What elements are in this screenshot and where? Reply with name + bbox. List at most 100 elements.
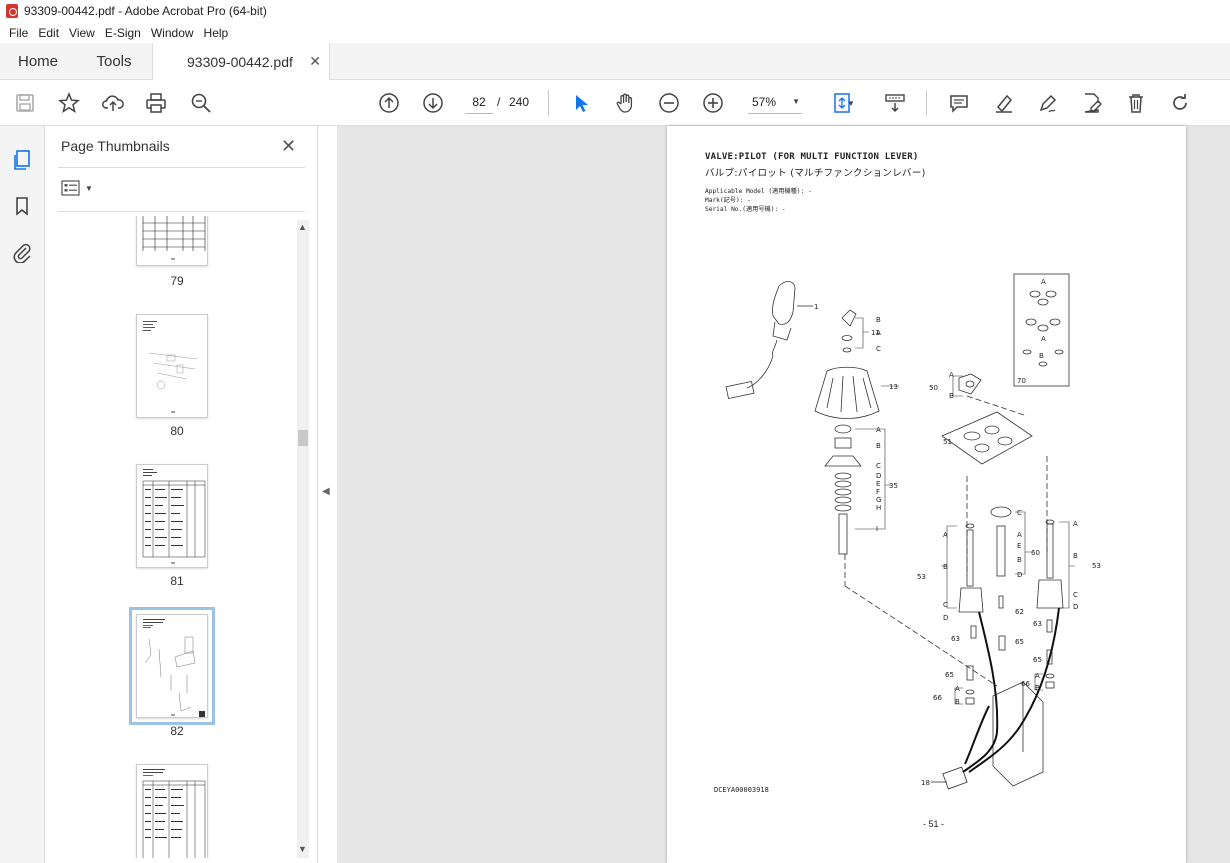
- menu-file[interactable]: File: [4, 26, 33, 40]
- thumbnail-page-83[interactable]: [136, 764, 208, 858]
- page-thumbnails-panel: Page Thumbnails ✕ ▼ 79 80 81 82 ▲ ▼: [45, 126, 318, 863]
- thumbnail-label: 79: [170, 274, 184, 288]
- menu-window[interactable]: Window: [146, 26, 199, 40]
- document-view[interactable]: VALVE:PILOT (FOR MULTI FUNCTION LEVER) バ…: [337, 126, 1230, 863]
- harness-connector: [942, 766, 968, 790]
- joystick-handle: [772, 281, 796, 325]
- toolbar-divider: [926, 90, 927, 116]
- letter: A: [955, 685, 960, 693]
- next-page-icon[interactable]: [421, 91, 445, 115]
- left-nav-rail: [0, 126, 45, 863]
- letter: B: [949, 392, 954, 400]
- fit-page-dropdown-icon[interactable]: ▼: [845, 91, 857, 115]
- page-separator: /: [497, 95, 501, 109]
- pdf-page: VALVE:PILOT (FOR MULTI FUNCTION LEVER) バ…: [667, 126, 1186, 863]
- zoom-in-icon[interactable]: [701, 91, 725, 115]
- letter: E: [1017, 542, 1021, 550]
- callout: 53: [917, 573, 926, 581]
- scroll-mode-icon[interactable]: [883, 91, 907, 115]
- letter: D: [876, 472, 881, 480]
- thumbnail-page-80[interactable]: [136, 314, 208, 418]
- zoom-level-value: 57%: [752, 95, 777, 109]
- tab-document-label: 93309-00442.pdf: [187, 54, 293, 70]
- letter: D: [1073, 603, 1078, 611]
- close-tab-icon[interactable]: ✕: [309, 53, 321, 70]
- close-panel-icon[interactable]: ✕: [281, 136, 296, 157]
- sign-pen-icon[interactable]: [1036, 91, 1060, 115]
- comment-icon[interactable]: [947, 91, 971, 115]
- letter: F: [876, 488, 880, 496]
- parts-diagram: 1 11 13 35 50 51 53 53 60 62 63 63 65 65…: [725, 273, 1101, 790]
- toolbar: 82 / 240 57% ▼ ▼: [0, 80, 1230, 126]
- zoom-level-select[interactable]: 57% ▼: [748, 90, 802, 114]
- page-number-input[interactable]: 82: [465, 90, 493, 114]
- toolbar-divider: [548, 90, 549, 116]
- delete-trash-icon[interactable]: [1124, 91, 1148, 115]
- letter: B: [1017, 556, 1022, 564]
- upload-share-icon[interactable]: [101, 91, 125, 115]
- letter: C: [1073, 591, 1078, 599]
- letter: E: [876, 480, 880, 488]
- previous-page-icon[interactable]: [377, 91, 401, 115]
- letter: A: [1073, 520, 1078, 528]
- thumbnail-page-79[interactable]: [136, 216, 208, 266]
- thumbnail-scrollbar[interactable]: ▲ ▼: [297, 220, 309, 858]
- callout: 18: [921, 779, 930, 787]
- letter: D: [943, 614, 948, 622]
- letter: B: [876, 442, 881, 450]
- menu-edit[interactable]: Edit: [33, 26, 64, 40]
- menu-esign[interactable]: E-Sign: [100, 26, 146, 40]
- drawing-code: DCEYA00003918: [714, 786, 769, 794]
- select-cursor-icon[interactable]: [569, 91, 593, 115]
- scroll-up-icon[interactable]: ▲: [298, 222, 307, 232]
- highlight-pen-icon[interactable]: [992, 91, 1016, 115]
- letter: G: [876, 496, 881, 504]
- letter: C: [1017, 509, 1022, 517]
- callout: 66: [933, 694, 942, 702]
- divider: [58, 211, 305, 212]
- letter: A: [876, 329, 881, 337]
- hand-tool-icon[interactable]: [613, 91, 637, 115]
- page-thumbnails-icon[interactable]: [10, 148, 34, 172]
- letter: B: [1073, 552, 1078, 560]
- print-icon[interactable]: [144, 91, 168, 115]
- edit-pdf-icon[interactable]: [1080, 91, 1104, 115]
- callout: 62: [1015, 608, 1024, 616]
- thumbnail-options-button[interactable]: ▼: [61, 180, 93, 196]
- letter: A: [1041, 335, 1046, 343]
- tab-tools[interactable]: Tools: [76, 43, 152, 80]
- letter: C: [876, 462, 881, 470]
- letter: I: [876, 525, 878, 533]
- thumbnail-label: 80: [170, 424, 184, 438]
- bookmarks-icon[interactable]: [10, 194, 34, 218]
- rotate-icon[interactable]: [1168, 91, 1192, 115]
- title-bar: 93309-00442.pdf - Adobe Acrobat Pro (64-…: [0, 0, 1230, 22]
- letter: A: [1017, 531, 1022, 539]
- acrobat-pdf-icon: [6, 4, 18, 18]
- tab-document[interactable]: 93309-00442.pdf ✕: [152, 43, 330, 81]
- zoom-out-icon[interactable]: [657, 91, 681, 115]
- tab-home[interactable]: Home: [0, 43, 76, 80]
- callout: 53: [1092, 562, 1101, 570]
- menu-view[interactable]: View: [64, 26, 100, 40]
- collapse-panel-icon[interactable]: ◀: [322, 486, 330, 497]
- page-number: - 51 -: [923, 819, 945, 829]
- callout: 65: [945, 671, 954, 679]
- thumbnail-list: 79 80 81 82: [58, 216, 296, 858]
- thumbnail-label: 81: [170, 574, 184, 588]
- callout: 35: [889, 482, 898, 490]
- letter: B: [876, 316, 881, 324]
- attachments-paperclip-icon[interactable]: [10, 240, 34, 264]
- letter: C: [943, 601, 948, 609]
- search-zoom-icon[interactable]: [189, 91, 213, 115]
- save-icon[interactable]: [13, 91, 37, 115]
- menu-bar: File Edit View E-Sign Window Help: [0, 22, 1230, 43]
- callout: 70: [1017, 377, 1026, 385]
- scroll-down-icon[interactable]: ▼: [298, 844, 307, 854]
- thumbnail-page-81[interactable]: [136, 464, 208, 568]
- thumbnail-page-82[interactable]: [129, 607, 215, 725]
- menu-help[interactable]: Help: [199, 26, 234, 40]
- scrollbar-thumb[interactable]: [298, 430, 308, 446]
- callout: 1: [814, 303, 818, 311]
- bookmark-star-icon[interactable]: [57, 91, 81, 115]
